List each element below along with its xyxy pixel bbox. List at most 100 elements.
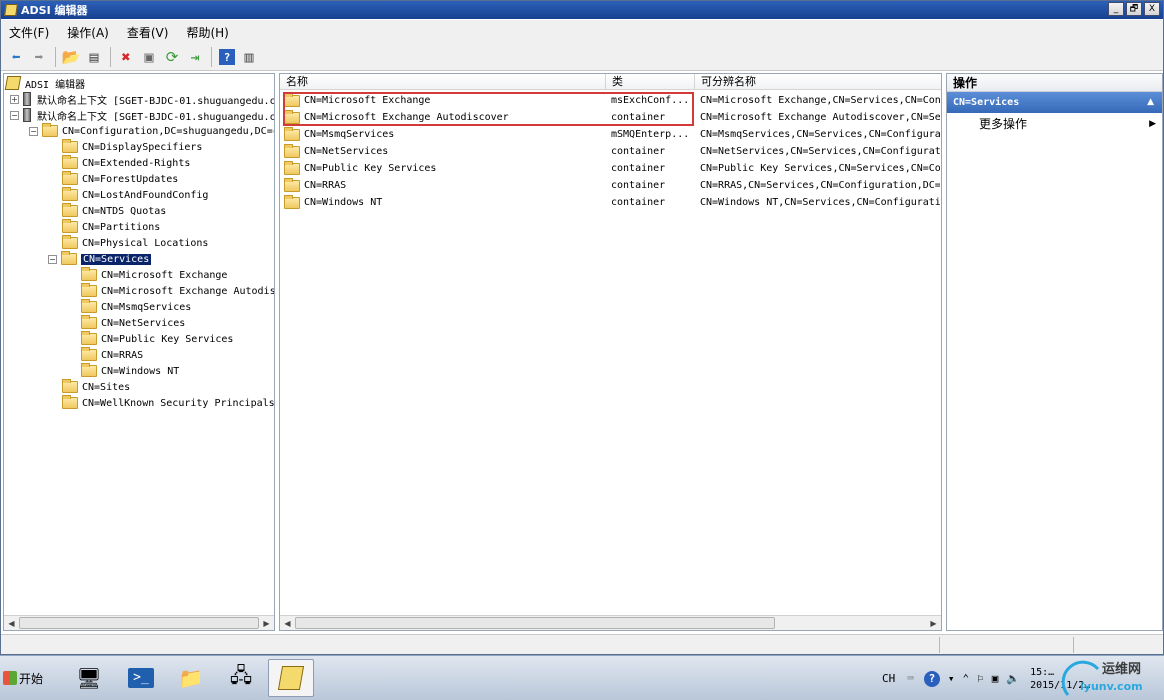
list-row[interactable]: CN=Microsoft Exchange Autodiscover conta…	[280, 109, 941, 126]
server-manager-taskbar-icon[interactable]: 🖥	[66, 659, 112, 697]
tree-root[interactable]: ADSI 编辑器	[4, 75, 86, 91]
collapse-icon[interactable]: −	[48, 254, 57, 264]
keyboard-icon[interactable]: ⌨	[907, 672, 914, 685]
explorer-taskbar-icon[interactable]: 📁	[168, 659, 214, 697]
list-row[interactable]: CN=Public Key Services container CN=Publ…	[280, 160, 941, 177]
folder-icon	[81, 283, 97, 297]
list-row[interactable]: CN=MsmqServices mSMQEnterp... CN=MsmqSer…	[280, 126, 941, 143]
tree-node-extended-rights[interactable]: CN=Extended-Rights	[62, 155, 190, 171]
windows-logo-icon	[3, 671, 17, 685]
start-button[interactable]: 开始	[3, 664, 47, 692]
tree-horizontal-scrollbar[interactable]: ◀ ▶	[4, 615, 274, 630]
back-arrow-icon[interactable]: ⬅	[5, 46, 27, 68]
server-icon	[23, 92, 31, 106]
collapse-icon[interactable]: −	[29, 126, 38, 136]
tree-node-rras[interactable]: CN=RRAS	[81, 347, 143, 363]
tree-node-lostandfoundconfig[interactable]: CN=LostAndFoundConfig	[62, 187, 208, 203]
tree-node-services[interactable]: − CN=Services	[48, 251, 152, 267]
scroll-thumb[interactable]	[295, 617, 775, 629]
row-dn: CN=MsmqServices,CN=Services,CN=Configura…	[700, 129, 940, 140]
forward-arrow-icon[interactable]: ➡	[28, 46, 50, 68]
details-pane[interactable]: 名称 类 可分辨名称 CN=Microsoft Exchange msExchC…	[279, 73, 942, 631]
menu-help[interactable]: 帮助(H)	[186, 24, 228, 41]
menu-view[interactable]: 查看(V)	[127, 24, 169, 41]
status-divider	[939, 637, 940, 653]
adsi-edit-taskbar-icon[interactable]	[268, 659, 314, 697]
tree-node-msmqservices[interactable]: CN=MsmqServices	[81, 299, 191, 315]
column-header-dn[interactable]: 可分辨名称	[695, 74, 941, 90]
scroll-left-icon[interactable]: ◀	[4, 616, 19, 631]
tree-node-sites[interactable]: CN=Sites	[62, 379, 130, 395]
folder-icon	[62, 379, 78, 393]
system-tray: CH ⌨ ? ▾ ⌃ ⚐ ▣ 🔈 15:… 2015/11/2…	[882, 656, 1090, 700]
scroll-left-icon[interactable]: ◀	[280, 616, 295, 631]
adsi-app-icon	[4, 4, 18, 16]
flag-icon[interactable]: ⚐	[977, 672, 984, 685]
scroll-right-icon[interactable]: ▶	[259, 616, 274, 631]
tree-node-context-2[interactable]: − 默认命名上下文 [SGET-BJDC-01.shuguangedu.com]	[10, 107, 274, 123]
tree-node-label: CN=Microsoft Exchange Autodiscover	[101, 285, 274, 297]
menu-action[interactable]: 操作(A)	[67, 24, 109, 41]
tree-node-netservices[interactable]: CN=NetServices	[81, 315, 185, 331]
more-actions-label: 更多操作	[979, 117, 1028, 131]
list-horizontal-scrollbar[interactable]: ◀ ▶	[280, 615, 941, 630]
tree-node-microsoft-exchange-autodiscover[interactable]: CN=Microsoft Exchange Autodiscover	[81, 283, 274, 299]
tree-node-wellknown-security-principals[interactable]: CN=WellKnown Security Principals	[62, 395, 274, 411]
tree-node-forestupdates[interactable]: CN=ForestUpdates	[62, 171, 178, 187]
list-row[interactable]: CN=Microsoft Exchange msExchConf... CN=M…	[280, 92, 941, 109]
help-tray-icon[interactable]: ?	[923, 670, 940, 687]
menu-file[interactable]: 文件(F)	[9, 24, 49, 41]
options-icon[interactable]: ▾	[948, 672, 955, 685]
window-controls: _ 🗗 X	[1108, 2, 1160, 16]
folder-icon	[284, 126, 300, 141]
network-taskbar-icon[interactable]: 🖧	[218, 659, 264, 697]
folder-icon	[62, 235, 78, 249]
minimize-button[interactable]: _	[1108, 2, 1124, 16]
actions-section-services[interactable]: CN=Services ▲	[947, 92, 1162, 113]
up-folder-icon[interactable]: 📂	[60, 46, 82, 68]
tree-node-windows-nt[interactable]: CN=Windows NT	[81, 363, 179, 379]
scroll-right-icon[interactable]: ▶	[926, 616, 941, 631]
expand-icon[interactable]: +	[10, 94, 19, 104]
taskbar: 开始 🖥 >_ 📁 🖧 CH ⌨ ? ▾ ⌃ ⚐ ▣ 🔈 15:… 2015/1…	[0, 655, 1164, 700]
more-actions-item[interactable]: 更多操作 ▶	[947, 113, 1162, 135]
show-hide-tree-icon[interactable]: ▤	[83, 46, 105, 68]
network-tray-icon[interactable]: ▣	[992, 672, 999, 685]
show-hidden-icons-icon[interactable]: ⌃	[963, 672, 970, 685]
folder-icon	[61, 251, 77, 265]
list-row[interactable]: CN=RRAS container CN=RRAS,CN=Services,CN…	[280, 177, 941, 194]
tree-node-configuration[interactable]: − CN=Configuration,DC=shuguangedu,DC=com	[29, 123, 274, 139]
tree-node-partitions[interactable]: CN=Partitions	[62, 219, 160, 235]
tree-pane[interactable]: ADSI 编辑器 + 默认命名上下文 [SGET-BJDC-01.shuguan…	[3, 73, 275, 631]
list-row[interactable]: CN=Windows NT container CN=Windows NT,CN…	[280, 194, 941, 211]
collapse-icon[interactable]: −	[10, 110, 19, 120]
export-list-icon[interactable]: ⇥	[184, 46, 206, 68]
row-name-cell: CN=Public Key Services	[284, 160, 606, 177]
tree-node-public-key-services[interactable]: CN=Public Key Services	[81, 331, 233, 347]
tree-node-ntds-quotas[interactable]: CN=NTDS Quotas	[62, 203, 166, 219]
window-title: ADSI 编辑器	[21, 4, 88, 17]
refresh-icon[interactable]: ⟳	[161, 46, 183, 68]
column-header-class[interactable]: 类	[606, 74, 695, 90]
tree-node-physical-locations[interactable]: CN=Physical Locations	[62, 235, 208, 251]
row-dn: CN=RRAS,CN=Services,CN=Configuration,DC=…	[700, 180, 940, 191]
volume-icon[interactable]: 🔈	[1006, 672, 1020, 685]
toolbar: ⬅ ➡ 📂 ▤ ✖ ▣ ⟳ ⇥ ? ▥	[1, 44, 1163, 71]
tree-node-label: CN=Microsoft Exchange	[101, 269, 228, 281]
close-button[interactable]: X	[1144, 2, 1160, 16]
scroll-thumb[interactable]	[19, 617, 259, 629]
language-indicator[interactable]: CH	[882, 672, 895, 685]
tree-node-context-1[interactable]: + 默认命名上下文 [SGET-BJDC-01.shuguangedu.com]	[10, 91, 274, 107]
properties-icon[interactable]: ▣	[138, 46, 160, 68]
collapse-up-icon[interactable]: ▲	[1147, 92, 1154, 113]
tree-root-label: ADSI 编辑器	[25, 79, 86, 91]
restore-button[interactable]: 🗗	[1126, 2, 1142, 16]
column-header-name[interactable]: 名称	[280, 74, 606, 90]
tree-node-displayspecifiers[interactable]: CN=DisplaySpecifiers	[62, 139, 202, 155]
tree-node-microsoft-exchange[interactable]: CN=Microsoft Exchange	[81, 267, 227, 283]
list-row[interactable]: CN=NetServices container CN=NetServices,…	[280, 143, 941, 160]
powershell-taskbar-icon[interactable]: >_	[118, 659, 164, 697]
show-action-pane-icon[interactable]: ▥	[238, 46, 260, 68]
delete-icon[interactable]: ✖	[115, 46, 137, 68]
help-icon[interactable]: ?	[219, 49, 235, 65]
